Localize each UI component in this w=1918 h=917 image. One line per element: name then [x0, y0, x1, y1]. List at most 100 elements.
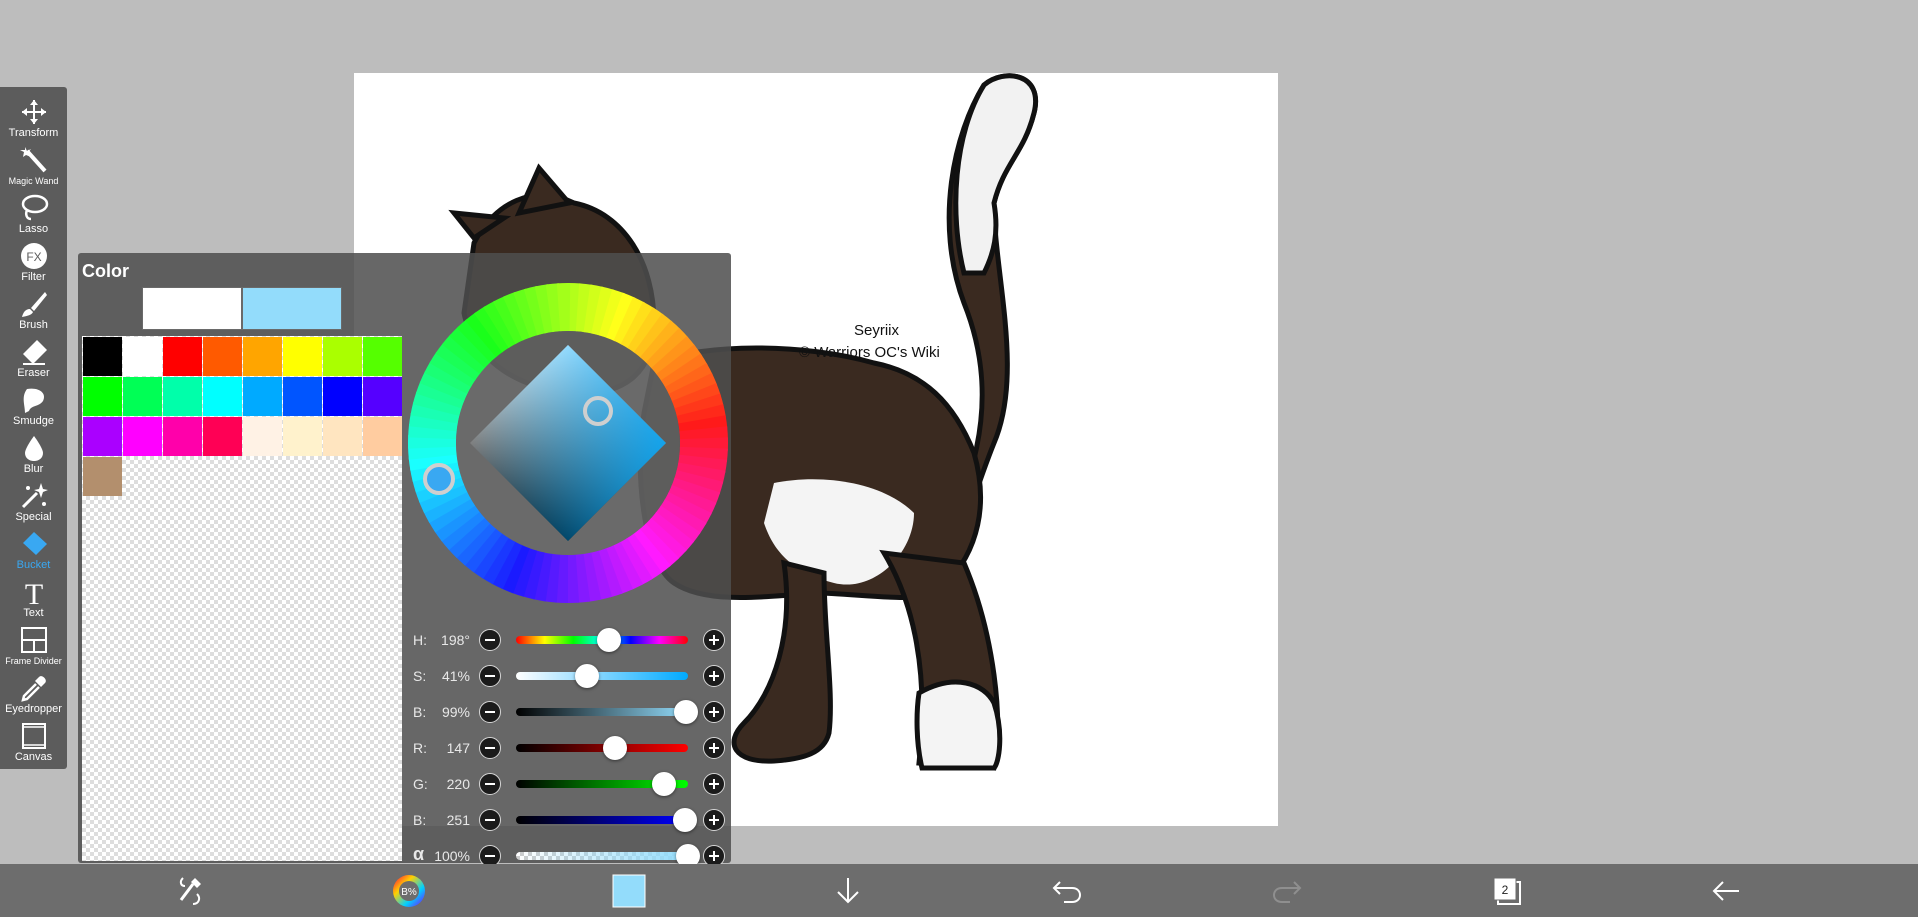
palette-swatch[interactable]: [123, 337, 162, 376]
palette-swatch[interactable]: [163, 337, 202, 376]
tool-magic-wand[interactable]: Magic Wand: [0, 141, 67, 189]
text-glyph: T: [24, 578, 42, 607]
brightness-slider-thumb[interactable]: [674, 700, 699, 724]
palette-swatch[interactable]: [363, 377, 402, 416]
layer-count-badge: 2: [1502, 883, 1509, 897]
palette-swatch[interactable]: [283, 377, 322, 416]
palette-swatch[interactable]: [203, 417, 242, 456]
palette-swatch[interactable]: [83, 417, 122, 456]
tool-eraser[interactable]: Eraser: [0, 333, 67, 381]
undo-button[interactable]: [1050, 874, 1084, 908]
brightness-slider-track[interactable]: [516, 708, 688, 716]
red-slider-thumb[interactable]: [603, 736, 628, 760]
layers-button[interactable]: 2: [1490, 874, 1524, 908]
tool-filter[interactable]: FX Filter: [0, 237, 67, 285]
red-value: 147: [446, 740, 470, 756]
saturation-label: S:: [413, 668, 427, 684]
download-button[interactable]: [831, 874, 865, 908]
saturation-increase-button[interactable]: [703, 665, 725, 687]
hue-increase-button[interactable]: [703, 629, 725, 651]
blue-value: 251: [446, 812, 470, 828]
canvas-icon: [0, 721, 67, 751]
tool-special[interactable]: Special: [0, 477, 67, 525]
green-decrease-button[interactable]: [479, 773, 501, 795]
tool-brush[interactable]: Brush: [0, 285, 67, 333]
palette-swatch[interactable]: [163, 417, 202, 456]
tool-swap-button[interactable]: [173, 874, 207, 908]
tool-blur[interactable]: Blur: [0, 429, 67, 477]
palette-swatch[interactable]: [203, 337, 242, 376]
tool-canvas[interactable]: Canvas: [0, 717, 67, 765]
previous-color-preview[interactable]: [142, 287, 242, 330]
palette-swatch[interactable]: [243, 337, 282, 376]
brightness-decrease-button[interactable]: [479, 701, 501, 723]
palette-swatch[interactable]: [283, 417, 322, 456]
bottom-toolbar: B% 2: [0, 864, 1918, 917]
download-arrow-icon: [837, 878, 859, 904]
palette-swatch[interactable]: [83, 337, 122, 376]
palette-swatch[interactable]: [283, 337, 322, 376]
palette-swatch[interactable]: [363, 417, 402, 456]
red-label: R:: [413, 740, 427, 756]
layers-icon: 2: [1493, 877, 1521, 905]
blur-drop-icon: [0, 433, 67, 463]
hue-ring-handle[interactable]: [423, 463, 455, 495]
palette-swatch[interactable]: [323, 377, 362, 416]
redo-button[interactable]: [1270, 874, 1304, 908]
back-button[interactable]: [1709, 874, 1743, 908]
tool-label: Bucket: [16, 559, 51, 571]
saturation-slider-thumb[interactable]: [574, 664, 599, 688]
current-color-swatch[interactable]: [612, 874, 646, 908]
blue-slider-track[interactable]: [516, 816, 688, 824]
red-slider-track[interactable]: [516, 744, 688, 752]
tool-lasso[interactable]: Lasso: [0, 189, 67, 237]
saturation-decrease-button[interactable]: [479, 665, 501, 687]
transform-icon: [0, 97, 67, 127]
palette-swatch[interactable]: [203, 377, 242, 416]
palette-swatch[interactable]: [323, 417, 362, 456]
tool-label: Smudge: [13, 415, 54, 427]
color-wheel-badge: B%: [401, 887, 417, 898]
fx-badge: FX: [26, 250, 41, 264]
tool-bucket[interactable]: Bucket: [0, 525, 67, 573]
blue-increase-button[interactable]: [703, 809, 725, 831]
green-increase-button[interactable]: [703, 773, 725, 795]
hue-label: H:: [413, 632, 427, 648]
tool-eyedropper[interactable]: Eyedropper: [0, 669, 67, 717]
color-wheel-button[interactable]: B%: [392, 874, 426, 908]
tool-frame-divider[interactable]: Frame Divider: [0, 621, 67, 669]
blue-decrease-button[interactable]: [479, 809, 501, 831]
brightness-value: 99%: [441, 704, 470, 720]
palette-swatch[interactable]: [363, 337, 402, 376]
palette-swatch[interactable]: [123, 377, 162, 416]
tool-text[interactable]: T Text: [0, 573, 67, 621]
red-increase-button[interactable]: [703, 737, 725, 759]
saturation-slider-track[interactable]: [516, 672, 688, 680]
tool-smudge[interactable]: Smudge: [0, 381, 67, 429]
magic-wand-icon: [0, 145, 67, 175]
brightness-increase-button[interactable]: [703, 701, 725, 723]
palette-swatch[interactable]: [123, 417, 162, 456]
red-decrease-button[interactable]: [479, 737, 501, 759]
palette-swatch[interactable]: [243, 377, 282, 416]
watermark-line-1: Seyriix: [854, 322, 900, 339]
palette-swatch[interactable]: [163, 377, 202, 416]
green-label: G:: [413, 776, 428, 792]
eraser-icon: [0, 337, 67, 367]
alpha-slider-track[interactable]: [516, 852, 688, 860]
palette-swatch[interactable]: [323, 337, 362, 376]
color-wheel[interactable]: [408, 283, 728, 603]
palette-swatch[interactable]: [83, 377, 122, 416]
smudge-icon: [0, 385, 67, 415]
current-color-preview[interactable]: [242, 287, 342, 330]
palette-swatch[interactable]: [243, 417, 282, 456]
blue-slider-thumb[interactable]: [673, 808, 698, 832]
hue-slider-thumb[interactable]: [596, 628, 621, 652]
palette-swatch[interactable]: [83, 457, 122, 496]
special-sparkle-icon: [0, 481, 67, 511]
alpha-value: 100%: [434, 848, 470, 864]
green-slider-thumb[interactable]: [652, 772, 677, 796]
tool-transform[interactable]: Transform: [0, 93, 67, 141]
tool-label: Canvas: [14, 751, 53, 763]
hue-decrease-button[interactable]: [479, 629, 501, 651]
